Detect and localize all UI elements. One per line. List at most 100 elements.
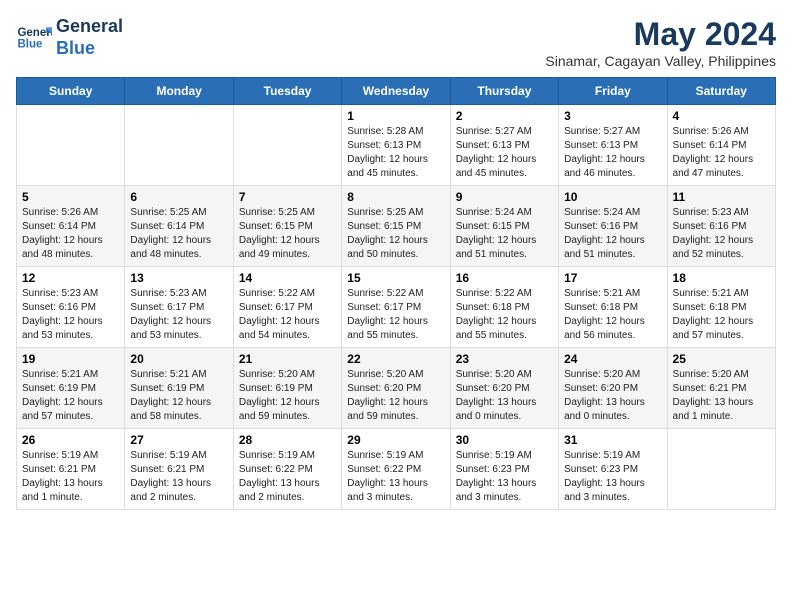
day-info: Sunrise: 5:22 AM Sunset: 6:17 PM Dayligh… xyxy=(347,287,444,343)
day-number: 24 xyxy=(564,352,661,366)
day-info: Sunrise: 5:19 AM Sunset: 6:23 PM Dayligh… xyxy=(564,449,661,505)
day-info: Sunrise: 5:19 AM Sunset: 6:21 PM Dayligh… xyxy=(22,449,119,505)
day-number: 23 xyxy=(456,352,553,366)
weekday-header-monday: Monday xyxy=(125,78,233,105)
calendar-cell: 14 Sunrise: 5:22 AM Sunset: 6:17 PM Dayli… xyxy=(233,267,341,348)
day-info: Sunrise: 5:23 AM Sunset: 6:16 PM Dayligh… xyxy=(22,287,119,343)
calendar-cell: 8 Sunrise: 5:25 AM Sunset: 6:15 PM Daylig… xyxy=(342,186,450,267)
day-info: Sunrise: 5:21 AM Sunset: 6:18 PM Dayligh… xyxy=(564,287,661,343)
day-number: 7 xyxy=(239,190,336,204)
day-info: Sunrise: 5:20 AM Sunset: 6:20 PM Dayligh… xyxy=(564,368,661,424)
day-number: 17 xyxy=(564,271,661,285)
calendar-table: SundayMondayTuesdayWednesdayThursdayFrid… xyxy=(16,77,776,510)
calendar-cell xyxy=(17,105,125,186)
day-info: Sunrise: 5:20 AM Sunset: 6:20 PM Dayligh… xyxy=(456,368,553,424)
logo-icon: General Blue xyxy=(16,20,52,56)
day-number: 13 xyxy=(130,271,227,285)
day-info: Sunrise: 5:20 AM Sunset: 6:21 PM Dayligh… xyxy=(673,368,770,424)
page-header: General Blue General Blue May 2024 Sinam… xyxy=(16,16,776,69)
logo-text-line1: General xyxy=(56,16,123,38)
calendar-cell: 28 Sunrise: 5:19 AM Sunset: 6:22 PM Dayli… xyxy=(233,429,341,510)
day-info: Sunrise: 5:22 AM Sunset: 6:18 PM Dayligh… xyxy=(456,287,553,343)
day-info: Sunrise: 5:25 AM Sunset: 6:14 PM Dayligh… xyxy=(130,206,227,262)
day-number: 5 xyxy=(22,190,119,204)
logo-text-line2: Blue xyxy=(56,38,123,60)
day-info: Sunrise: 5:19 AM Sunset: 6:21 PM Dayligh… xyxy=(130,449,227,505)
day-number: 6 xyxy=(130,190,227,204)
calendar-cell xyxy=(667,429,775,510)
day-number: 20 xyxy=(130,352,227,366)
day-info: Sunrise: 5:27 AM Sunset: 6:13 PM Dayligh… xyxy=(456,125,553,181)
calendar-cell: 31Sunrise: 5:19 AM Sunset: 6:23 PM Dayli… xyxy=(559,429,667,510)
day-number: 2 xyxy=(456,109,553,123)
calendar-cell: 27 Sunrise: 5:19 AM Sunset: 6:21 PM Dayli… xyxy=(125,429,233,510)
day-number: 3 xyxy=(564,109,661,123)
weekday-header-friday: Friday xyxy=(559,78,667,105)
calendar-cell: 19 Sunrise: 5:21 AM Sunset: 6:19 PM Dayli… xyxy=(17,348,125,429)
day-number: 25 xyxy=(673,352,770,366)
day-number: 18 xyxy=(673,271,770,285)
calendar-cell: 9Sunrise: 5:24 AM Sunset: 6:15 PM Daylig… xyxy=(450,186,558,267)
day-info: Sunrise: 5:25 AM Sunset: 6:15 PM Dayligh… xyxy=(239,206,336,262)
day-number: 26 xyxy=(22,433,119,447)
calendar-cell: 7 Sunrise: 5:25 AM Sunset: 6:15 PM Daylig… xyxy=(233,186,341,267)
day-info: Sunrise: 5:25 AM Sunset: 6:15 PM Dayligh… xyxy=(347,206,444,262)
day-number: 14 xyxy=(239,271,336,285)
day-info: Sunrise: 5:19 AM Sunset: 6:22 PM Dayligh… xyxy=(239,449,336,505)
weekday-header-saturday: Saturday xyxy=(667,78,775,105)
day-info: Sunrise: 5:23 AM Sunset: 6:17 PM Dayligh… xyxy=(130,287,227,343)
calendar-cell: 2 Sunrise: 5:27 AM Sunset: 6:13 PM Daylig… xyxy=(450,105,558,186)
weekday-header-row: SundayMondayTuesdayWednesdayThursdayFrid… xyxy=(17,78,776,105)
calendar-cell: 12Sunrise: 5:23 AM Sunset: 6:16 PM Dayli… xyxy=(17,267,125,348)
weekday-header-tuesday: Tuesday xyxy=(233,78,341,105)
day-info: Sunrise: 5:19 AM Sunset: 6:22 PM Dayligh… xyxy=(347,449,444,505)
calendar-week-row: 12Sunrise: 5:23 AM Sunset: 6:16 PM Dayli… xyxy=(17,267,776,348)
day-info: Sunrise: 5:20 AM Sunset: 6:20 PM Dayligh… xyxy=(347,368,444,424)
day-number: 30 xyxy=(456,433,553,447)
day-info: Sunrise: 5:22 AM Sunset: 6:17 PM Dayligh… xyxy=(239,287,336,343)
calendar-cell: 22 Sunrise: 5:20 AM Sunset: 6:20 PM Dayli… xyxy=(342,348,450,429)
day-info: Sunrise: 5:27 AM Sunset: 6:13 PM Dayligh… xyxy=(564,125,661,181)
calendar-cell: 18Sunrise: 5:21 AM Sunset: 6:18 PM Dayli… xyxy=(667,267,775,348)
day-info: Sunrise: 5:20 AM Sunset: 6:19 PM Dayligh… xyxy=(239,368,336,424)
calendar-cell: 29 Sunrise: 5:19 AM Sunset: 6:22 PM Dayli… xyxy=(342,429,450,510)
day-number: 29 xyxy=(347,433,444,447)
day-number: 27 xyxy=(130,433,227,447)
day-info: Sunrise: 5:26 AM Sunset: 6:14 PM Dayligh… xyxy=(673,125,770,181)
calendar-cell: 10 Sunrise: 5:24 AM Sunset: 6:16 PM Dayli… xyxy=(559,186,667,267)
calendar-cell: 24 Sunrise: 5:20 AM Sunset: 6:20 PM Dayli… xyxy=(559,348,667,429)
calendar-cell: 15 Sunrise: 5:22 AM Sunset: 6:17 PM Dayli… xyxy=(342,267,450,348)
day-info: Sunrise: 5:21 AM Sunset: 6:19 PM Dayligh… xyxy=(22,368,119,424)
weekday-header-sunday: Sunday xyxy=(17,78,125,105)
day-info: Sunrise: 5:23 AM Sunset: 6:16 PM Dayligh… xyxy=(673,206,770,262)
logo: General Blue General Blue xyxy=(16,16,123,59)
calendar-cell: 16Sunrise: 5:22 AM Sunset: 6:18 PM Dayli… xyxy=(450,267,558,348)
calendar-cell: 20Sunrise: 5:21 AM Sunset: 6:19 PM Dayli… xyxy=(125,348,233,429)
day-info: Sunrise: 5:24 AM Sunset: 6:16 PM Dayligh… xyxy=(564,206,661,262)
day-number: 9 xyxy=(456,190,553,204)
calendar-cell: 4Sunrise: 5:26 AM Sunset: 6:14 PM Daylig… xyxy=(667,105,775,186)
location-subtitle: Sinamar, Cagayan Valley, Philippines xyxy=(545,53,776,69)
calendar-week-row: 26 Sunrise: 5:19 AM Sunset: 6:21 PM Dayli… xyxy=(17,429,776,510)
day-number: 11 xyxy=(673,190,770,204)
day-number: 19 xyxy=(22,352,119,366)
day-info: Sunrise: 5:19 AM Sunset: 6:23 PM Dayligh… xyxy=(456,449,553,505)
calendar-cell: 11 Sunrise: 5:23 AM Sunset: 6:16 PM Dayli… xyxy=(667,186,775,267)
calendar-cell: 25 Sunrise: 5:20 AM Sunset: 6:21 PM Dayli… xyxy=(667,348,775,429)
svg-text:Blue: Blue xyxy=(17,38,43,50)
day-number: 10 xyxy=(564,190,661,204)
title-block: May 2024 Sinamar, Cagayan Valley, Philip… xyxy=(545,16,776,69)
day-number: 15 xyxy=(347,271,444,285)
month-year-title: May 2024 xyxy=(545,16,776,53)
calendar-cell: 23 Sunrise: 5:20 AM Sunset: 6:20 PM Dayli… xyxy=(450,348,558,429)
calendar-week-row: 19 Sunrise: 5:21 AM Sunset: 6:19 PM Dayli… xyxy=(17,348,776,429)
day-number: 28 xyxy=(239,433,336,447)
calendar-cell: 5Sunrise: 5:26 AM Sunset: 6:14 PM Daylig… xyxy=(17,186,125,267)
day-number: 1 xyxy=(347,109,444,123)
calendar-week-row: 1Sunrise: 5:28 AM Sunset: 6:13 PM Daylig… xyxy=(17,105,776,186)
calendar-cell: 1Sunrise: 5:28 AM Sunset: 6:13 PM Daylig… xyxy=(342,105,450,186)
calendar-cell xyxy=(125,105,233,186)
calendar-cell: 13 Sunrise: 5:23 AM Sunset: 6:17 PM Dayli… xyxy=(125,267,233,348)
day-number: 22 xyxy=(347,352,444,366)
day-number: 8 xyxy=(347,190,444,204)
